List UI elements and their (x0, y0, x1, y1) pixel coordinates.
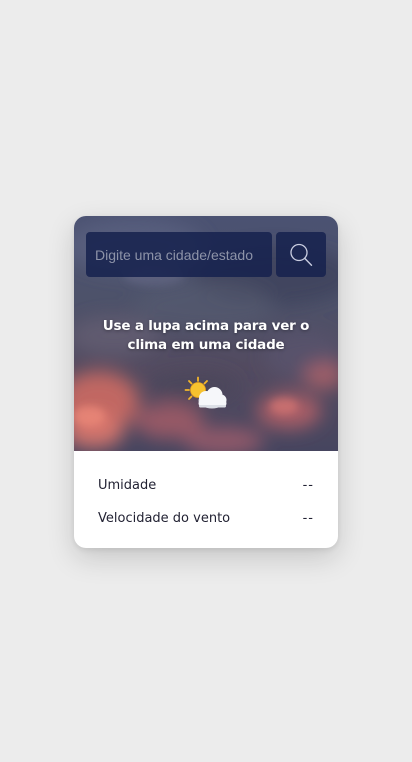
instruction-line-1: Use a lupa acima para ver o (102, 318, 310, 334)
sun-behind-cloud-icon (184, 376, 227, 409)
weather-hero: Use a lupa acima para ver o clima em uma… (74, 216, 338, 451)
weather-card: Use a lupa acima para ver o clima em uma… (74, 216, 338, 548)
humidity-row: Umidade -- (98, 469, 314, 502)
weather-details: Umidade -- Velocidade do vento -- (74, 451, 338, 535)
humidity-label: Umidade (98, 478, 157, 493)
city-search-input[interactable] (86, 232, 272, 277)
search-button[interactable] (276, 232, 326, 277)
wind-speed-row: Velocidade do vento -- (98, 502, 314, 535)
instruction-line-2: clima em uma cidade (127, 337, 285, 353)
wind-speed-label: Velocidade do vento (98, 511, 231, 526)
magnifier-icon (290, 243, 313, 266)
wind-speed-value: -- (302, 511, 314, 526)
search-bar (86, 232, 326, 277)
humidity-value: -- (302, 478, 314, 493)
instruction-message: Use a lupa acima para ver o clima em uma… (74, 317, 338, 355)
